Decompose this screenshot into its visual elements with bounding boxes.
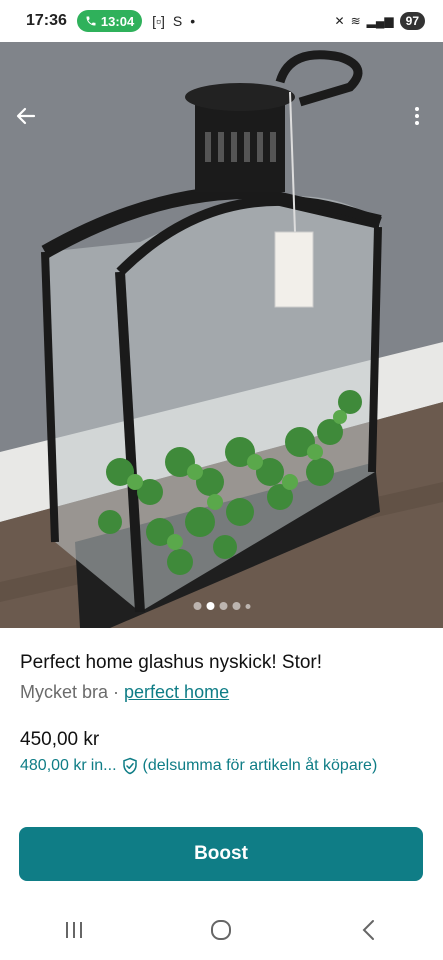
carousel-dot-active[interactable]	[206, 602, 214, 610]
listing-photo[interactable]	[0, 42, 443, 628]
carousel-indicator	[193, 602, 250, 610]
mute-icon: ✕	[334, 14, 345, 28]
chevron-left-icon	[362, 920, 375, 940]
carousel-dot[interactable]	[219, 602, 227, 610]
system-back-button[interactable]	[339, 908, 399, 952]
listing-details: Perfect home glashus nyskick! Stor! Myck…	[0, 628, 443, 775]
call-timer: 13:04	[100, 13, 135, 29]
status-bar: 17:36 13:04 [▫] S • ✕ ≋ ▂▄▆ 97	[0, 0, 443, 42]
home-circle-icon	[211, 920, 232, 940]
price-incl-amount: 480,00 kr	[20, 757, 87, 774]
wifi-icon: ≋	[350, 14, 361, 28]
carousel-dot[interactable]	[245, 603, 250, 609]
status-time: 17:36	[26, 12, 67, 29]
listing-title: Perfect home glashus nyskick! Stor!	[20, 652, 323, 673]
call-pill[interactable]: 13:04	[76, 10, 143, 32]
recent-apps-button[interactable]	[44, 908, 104, 952]
arrow-left-icon	[16, 107, 36, 125]
screen-record-icon: [▫]	[152, 13, 165, 29]
more-options-button[interactable]	[399, 98, 435, 134]
back-button[interactable]	[8, 98, 44, 134]
lantern-photo-illustration	[0, 42, 443, 628]
dot-icon: •	[190, 13, 196, 29]
condition-label: Mycket bra	[20, 682, 109, 702]
condition-brand-row: Mycket bra · perfect home	[20, 682, 423, 703]
s-icon: S	[172, 13, 183, 29]
price: 450,00 kr	[20, 729, 100, 750]
recent-apps-icon	[65, 922, 82, 938]
separator: ·	[108, 682, 125, 702]
brand-link[interactable]: perfect home	[124, 682, 229, 702]
carousel-dot[interactable]	[193, 602, 201, 610]
carousel-dot[interactable]	[232, 602, 240, 610]
protection-text: (delsumma för artikeln åt köpare)	[142, 757, 378, 774]
price-with-protection[interactable]: 480,00 kr in... (delsumma för artikeln å…	[20, 757, 423, 775]
home-button[interactable]	[191, 908, 251, 952]
boost-button[interactable]: Boost	[19, 827, 423, 881]
shield-check-icon	[122, 757, 137, 775]
price-incl-suffix: in...	[90, 757, 117, 774]
system-nav-bar	[0, 900, 443, 960]
phone-icon	[86, 16, 96, 26]
more-vert-icon	[415, 107, 419, 125]
battery-icon: 97	[399, 12, 425, 30]
signal-icon: ▂▄▆	[366, 14, 394, 28]
